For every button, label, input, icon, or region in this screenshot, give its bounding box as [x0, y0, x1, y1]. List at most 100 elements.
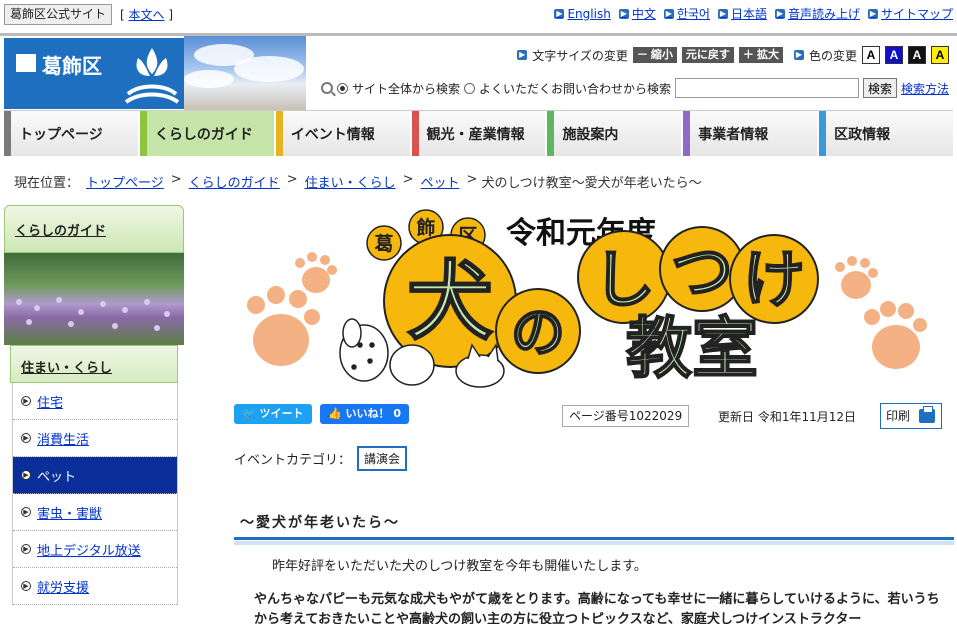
header-sky-photo: [184, 36, 306, 110]
breadcrumb-link-top[interactable]: トップページ: [86, 172, 164, 191]
circle-arrow-icon: ▶: [21, 396, 31, 406]
event-category: イベントカテゴリ： 講演会: [234, 446, 408, 471]
breadcrumb-label: 現在位置：: [14, 176, 80, 191]
nav-living-guide[interactable]: くらしのガイド: [139, 111, 274, 156]
circle-arrow-icon: ▶: [21, 470, 31, 480]
sidebar-item-label[interactable]: 消費生活: [37, 429, 89, 448]
page-meta-row: 🐦 ツイート 👍 いいね！ 0 ページ番号1022029 更新日 令和1年11月…: [234, 403, 942, 430]
nav-business[interactable]: 事業者情報: [683, 111, 818, 156]
circle-arrow-icon: ▶: [21, 507, 31, 517]
shrink-text-button[interactable]: － 縮小: [632, 47, 677, 63]
svg-text:し: し: [593, 243, 655, 316]
updated-date: 更新日 令和1年11月12日: [718, 410, 856, 424]
sidebar-heading-link[interactable]: くらしのガイド: [15, 224, 106, 239]
color-white-button[interactable]: A: [862, 46, 880, 64]
arrow-right-icon: ▶: [793, 50, 804, 60]
circle-arrow-icon: ▶: [21, 433, 31, 443]
reset-text-button[interactable]: 元に戻す: [681, 47, 734, 63]
nav-government[interactable]: 区政情報: [819, 111, 954, 156]
search-site-label: サイト全体から検索: [351, 81, 460, 96]
iris-icon: [124, 48, 180, 104]
sidebar-item-consumer[interactable]: ▶ 消費生活: [13, 420, 177, 457]
sidebar: くらしのガイド 住まい・くらし ▶ 住宅 ▶ 消費生活 ▶ ペット ▶ 害虫・害獣 ▶ 地…: [4, 205, 184, 624]
lang-english-link[interactable]: ▶ English: [554, 5, 611, 22]
sidebar-item-label[interactable]: 就労支援: [37, 577, 89, 596]
lang-korean-link[interactable]: ▶ 한국어: [663, 5, 710, 22]
sidebar-iris-photo: [4, 253, 184, 345]
arrow-right-icon: ▶: [618, 8, 629, 19]
sidebar-item-housing[interactable]: ▶ 住宅: [13, 383, 177, 420]
color-black-button[interactable]: A: [908, 46, 926, 64]
breadcrumb-link-housing[interactable]: 住まい・くらし: [305, 172, 396, 191]
skip-to-content-link[interactable]: 本文へ: [129, 8, 165, 22]
site-header: 葛飾区 ▶ 文字サイズの変更 － 縮小 元に戻す ＋ 拡大 ▶ 色の変更 A A…: [0, 36, 957, 110]
nav-tourism[interactable]: 観光・産業情報: [411, 111, 546, 156]
breadcrumb-link-pet[interactable]: ペット: [421, 172, 460, 191]
sidebar-heading: くらしのガイド: [4, 205, 184, 253]
svg-text:犬: 犬: [407, 252, 493, 352]
skip-to-content: [ 本文へ ]: [120, 8, 174, 22]
arrow-right-icon: ▶: [554, 8, 565, 19]
intro-paragraph: 昨年好評をいただいた犬のしつけ教室を今年も開催いたします。: [272, 559, 647, 574]
tweet-button[interactable]: 🐦 ツイート: [234, 404, 312, 424]
twitter-bird-icon: 🐦: [242, 407, 260, 420]
sidebar-item-employment[interactable]: ▶ 就労支援: [13, 568, 177, 605]
sidebar-item-label[interactable]: ペット: [37, 466, 76, 485]
breadcrumb-current: 犬のしつけ教室～愛犬が年老いたら～: [481, 176, 702, 191]
color-blue-button[interactable]: A: [885, 46, 903, 64]
lang-japanese-link[interactable]: ▶ 日本語: [717, 5, 767, 22]
sidebar-item-pests[interactable]: ▶ 害虫・害獣: [13, 494, 177, 531]
svg-text:葛: 葛: [373, 233, 393, 255]
textsize-controls: ▶ 文字サイズの変更 － 縮小 元に戻す ＋ 拡大 ▶ 色の変更 A A A A: [517, 46, 949, 64]
circle-arrow-icon: ▶: [21, 544, 31, 554]
search-button[interactable]: 検索: [862, 78, 897, 98]
breadcrumb: 現在位置： トップページ > くらしのガイド > 住まい・くらし > ペット >…: [14, 172, 702, 191]
body-paragraph: やんちゃなパピーも元気な成犬もやがて歳をとります。高齢になっても幸せに一緒に暮ら…: [254, 592, 940, 624]
breadcrumb-link-guide[interactable]: くらしのガイド: [189, 172, 280, 191]
color-label: 色の変更: [808, 48, 857, 63]
enlarge-text-button[interactable]: ＋ 拡大: [738, 47, 783, 63]
sitemap-link[interactable]: ▶ サイトマップ: [867, 5, 953, 22]
nav-events[interactable]: イベント情報: [275, 111, 410, 156]
search-input[interactable]: [674, 78, 859, 98]
print-button[interactable]: 印刷: [880, 403, 942, 429]
text-to-speech-link[interactable]: ▶ 音声読み上げ: [774, 5, 860, 22]
svg-text:飾: 飾: [416, 216, 435, 239]
arrow-right-icon: ▶: [867, 8, 878, 19]
arrow-right-icon: ▶: [717, 8, 728, 19]
search-bar: サイト全体から検索 よくいただくお問い合わせから検索 検索 検索方法: [320, 78, 949, 98]
search-faq-radio[interactable]: [463, 82, 475, 94]
official-site-badge: 葛飾区公式サイト: [4, 4, 113, 25]
sidebar-subheading-link[interactable]: 住まい・くらし: [21, 361, 112, 376]
arrow-right-icon: ▶: [774, 8, 785, 19]
sidebar-item-label[interactable]: 害虫・害獣: [37, 503, 102, 522]
sidebar-subheading: 住まい・くらし: [10, 345, 178, 383]
svg-text:教室: 教室: [626, 310, 758, 387]
sidebar-item-digital-tv[interactable]: ▶ 地上デジタル放送: [13, 531, 177, 568]
lang-chinese-link[interactable]: ▶ 中文: [618, 5, 656, 22]
event-category-label: イベントカテゴリ：: [234, 453, 352, 468]
svg-text:け: け: [743, 243, 805, 316]
dog-training-banner: 葛 飾 区 令和元年度 犬 の し つ け 教室: [247, 209, 927, 388]
sidebar-item-label[interactable]: 地上デジタル放送: [37, 540, 141, 559]
svg-text:の: の: [511, 301, 565, 364]
sidebar-item-label[interactable]: 住宅: [37, 392, 63, 411]
utility-bar: 葛飾区公式サイト [ 本文へ ] ▶ English ▶ 中文 ▶ 한국어 ▶ 日本語 …: [0, 0, 957, 28]
event-category-tag[interactable]: 講演会: [357, 446, 408, 471]
sidebar-item-pet[interactable]: ▶ ペット: [13, 457, 177, 494]
facebook-like-button[interactable]: 👍 いいね！ 0: [320, 404, 410, 424]
global-nav: トップページ くらしのガイド イベント情報 観光・産業情報 施設案内 事業者情報…: [4, 110, 954, 156]
arrow-right-icon: ▶: [517, 50, 528, 60]
svg-text:つ: つ: [671, 235, 733, 308]
textsize-label: 文字サイズの変更: [532, 48, 628, 63]
search-site-radio[interactable]: [336, 82, 348, 94]
color-yellow-button[interactable]: A: [931, 46, 949, 64]
site-logo[interactable]: 葛飾区: [4, 38, 184, 109]
arrow-right-icon: ▶: [663, 8, 674, 19]
house-icon: [16, 54, 36, 72]
sidebar-list: ▶ 住宅 ▶ 消費生活 ▶ ペット ▶ 害虫・害獣 ▶ 地上デジタル放送 ▶ 就労支援: [12, 383, 178, 605]
nav-facilities[interactable]: 施設案内: [547, 111, 682, 156]
printer-icon: [919, 406, 935, 423]
search-help-link[interactable]: 検索方法: [901, 80, 949, 97]
nav-top[interactable]: トップページ: [4, 111, 138, 156]
